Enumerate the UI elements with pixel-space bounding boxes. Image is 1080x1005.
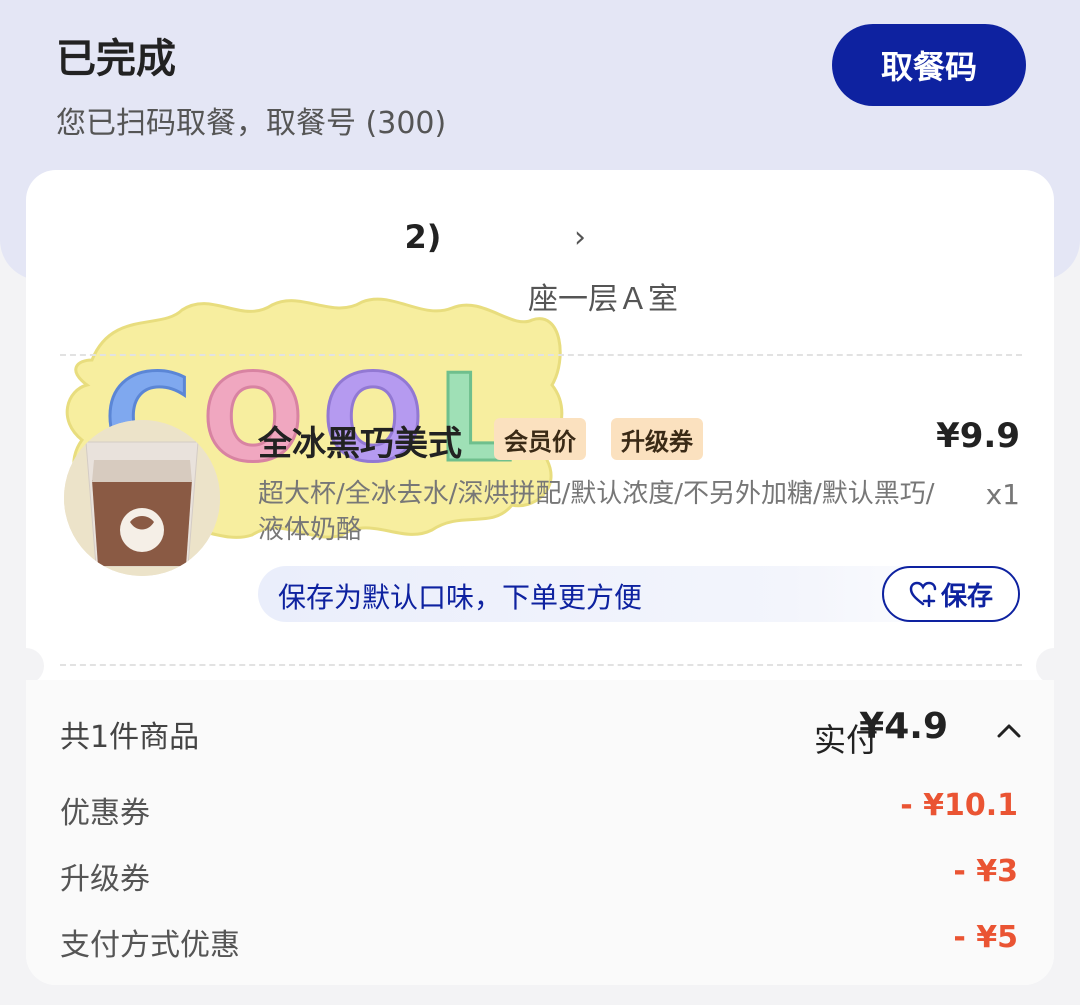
discount-value-coupon: - ¥10.1 — [900, 788, 1018, 823]
product-image — [64, 420, 220, 576]
order-card: ██████████████2) › 座一层Ａ室 C O O L 全冰黑巧美式 … — [26, 170, 1054, 985]
upgrade-coupon-tag: 升级券 — [611, 418, 703, 460]
discount-value-payment: - ¥5 — [953, 920, 1018, 955]
discount-label-coupon: 优惠券 — [60, 796, 150, 831]
save-preference-text: 保存为默认口味，下单更方便 — [278, 581, 643, 614]
chevron-right-icon[interactable]: › — [574, 220, 586, 255]
order-status-title: 已完成 — [56, 36, 176, 82]
card-notch-left — [26, 648, 44, 684]
paid-value: ¥4.9 — [859, 706, 948, 747]
discount-label-upgrade: 升级券 — [60, 862, 150, 897]
pickup-code-button[interactable]: 取餐码 — [832, 24, 1026, 106]
order-status-subtitle: 您已扫码取餐，取餐号 (300) — [56, 106, 447, 141]
product-price: ¥9.9 — [936, 416, 1020, 456]
divider-top — [60, 354, 1022, 356]
product-specs: 超大杯/全冰去水/深烘拼配/默认浓度/不另外加糖/默认黑巧/液体奶酪 — [258, 479, 935, 545]
discount-label-payment: 支付方式优惠 — [60, 928, 240, 963]
card-notch-right — [1036, 648, 1054, 684]
store-name[interactable]: ██████████████2) — [60, 218, 441, 256]
item-count: 共1件商品 — [60, 720, 200, 755]
member-price-tag: 会员价 — [494, 418, 586, 460]
divider-middle — [60, 664, 1022, 666]
product-quantity: x1 — [985, 478, 1020, 511]
chevron-up-icon[interactable] — [994, 716, 1024, 746]
discount-value-upgrade: - ¥3 — [953, 854, 1018, 889]
product-name: 全冰黑巧美式 — [258, 424, 462, 464]
save-button[interactable]: 保存 — [882, 566, 1020, 622]
save-button-label: 保存 — [940, 581, 993, 612]
heart-plus-icon — [909, 581, 937, 607]
store-name-tail: 2) — [404, 218, 442, 256]
